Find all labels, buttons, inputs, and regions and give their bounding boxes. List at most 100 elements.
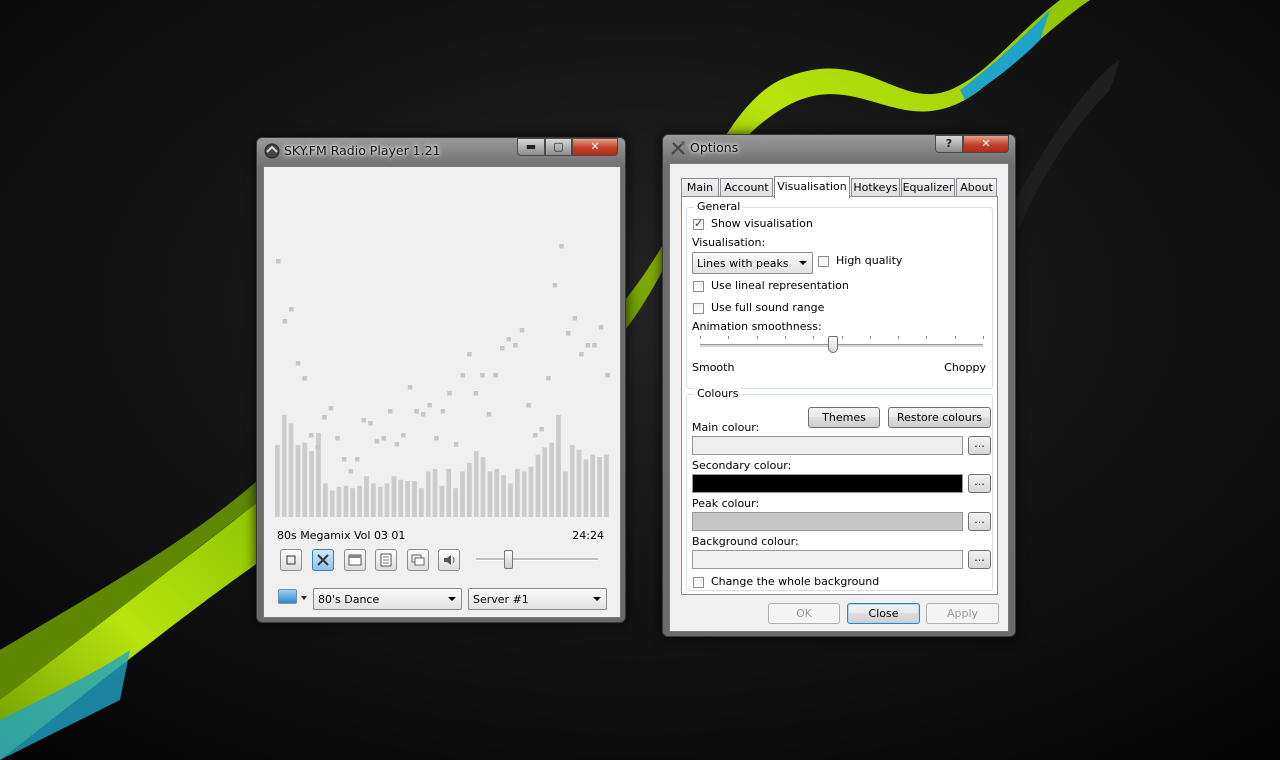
viz-bar — [377, 487, 383, 517]
viz-bar — [549, 442, 554, 517]
background-colour-label: Background colour: — [692, 535, 799, 548]
options-body: Main Account Visualisation Hotkeys Equal… — [669, 163, 1009, 632]
choppy-label: Choppy — [944, 361, 986, 374]
player-titlebar[interactable]: SKY.FM Radio Player 1.21 ▬ ▢ ✕ — [257, 138, 625, 164]
options-button[interactable] — [312, 549, 334, 571]
visualisation-type-value: Lines with peaks — [697, 257, 789, 270]
themes-button[interactable]: Themes — [808, 407, 880, 428]
viz-bar — [597, 457, 602, 517]
stream-quality-icon[interactable] — [278, 589, 297, 604]
smoothness-tick — [842, 336, 843, 339]
viz-peak — [355, 457, 360, 462]
ok-button[interactable]: OK — [768, 603, 840, 624]
chat-button[interactable] — [407, 549, 429, 571]
volume-track[interactable] — [476, 558, 598, 561]
options-titlebar[interactable]: Options ? ✕ — [663, 135, 1015, 161]
close-dialog-button[interactable]: Close — [847, 603, 920, 624]
viz-bar — [494, 469, 500, 517]
schedule-button[interactable] — [344, 549, 366, 571]
main-colour-label: Main colour: — [692, 421, 760, 434]
change-background-checkbox[interactable] — [693, 577, 704, 588]
visualisation-type-select[interactable]: Lines with peaks — [692, 252, 813, 274]
viz-peak — [539, 427, 544, 432]
smoothness-tick — [728, 336, 729, 339]
viz-bar — [398, 479, 404, 517]
use-lineal-label: Use lineal representation — [711, 279, 849, 292]
genre-select[interactable]: 80's Dance — [313, 588, 462, 610]
visualisation-panel: General Show visualisation Visualisation… — [681, 196, 998, 595]
viz-bar — [281, 415, 287, 517]
viz-peak — [480, 373, 485, 378]
viz-bar — [412, 481, 417, 517]
secondary-colour-browse-button[interactable]: ... — [968, 474, 991, 493]
chevron-down-icon — [593, 597, 601, 601]
use-full-range-checkbox[interactable] — [693, 303, 704, 314]
track-title: 80s Megamix Vol 03 01 — [277, 529, 406, 542]
use-lineal-checkbox[interactable] — [693, 281, 704, 292]
server-select[interactable]: Server #1 — [468, 588, 607, 610]
viz-peak — [460, 373, 465, 378]
viz-bar — [371, 483, 376, 517]
viz-bar — [446, 469, 452, 517]
viz-bar — [350, 488, 356, 517]
viz-bar — [329, 490, 335, 517]
viz-peak — [282, 319, 288, 324]
app-logo-icon — [264, 143, 280, 159]
viz-bar — [295, 445, 301, 517]
viz-bar — [432, 469, 438, 517]
volume-slider-thumb[interactable] — [504, 550, 513, 569]
minimize-button[interactable]: ▬ — [517, 138, 545, 156]
smoothness-slider-thumb[interactable] — [828, 336, 838, 353]
apply-button[interactable]: Apply — [926, 603, 999, 624]
tab-visualisation[interactable]: Visualisation — [774, 176, 850, 198]
peak-colour-swatch[interactable] — [692, 512, 963, 531]
main-colour-swatch[interactable] — [692, 436, 963, 455]
tab-about[interactable]: About — [956, 178, 997, 197]
show-visualisation-label: Show visualisation — [711, 217, 813, 230]
dialog-close-button[interactable]: ✕ — [963, 135, 1009, 153]
restore-colours-button[interactable]: Restore colours — [888, 407, 991, 428]
viz-bar — [563, 471, 568, 517]
viz-peak — [427, 403, 432, 408]
viz-peak — [434, 436, 439, 441]
peak-colour-browse-button[interactable]: ... — [968, 512, 991, 531]
show-visualisation-checkbox[interactable] — [693, 217, 704, 230]
viz-bar — [501, 475, 506, 517]
viz-peak — [453, 442, 459, 447]
tab-main[interactable]: Main — [681, 178, 719, 197]
high-quality-checkbox[interactable] — [818, 256, 829, 267]
maximize-icon: ▢ — [553, 140, 564, 153]
viz-peak — [295, 361, 301, 366]
viz-peak — [335, 436, 340, 441]
smoothness-tick — [898, 336, 899, 339]
viz-peak — [506, 337, 512, 342]
stop-button[interactable] — [280, 549, 302, 571]
background-colour-browse-button[interactable]: ... — [968, 550, 991, 569]
viz-bar — [480, 457, 486, 517]
smoothness-track[interactable] — [700, 344, 983, 348]
main-colour-browse-button[interactable]: ... — [968, 436, 991, 455]
tab-equalizer[interactable]: Equalizer — [901, 178, 955, 197]
viz-peak — [486, 412, 492, 417]
viz-peak — [440, 409, 446, 414]
viz-bar — [336, 487, 342, 517]
viz-peak — [532, 433, 538, 438]
tab-hotkeys[interactable]: Hotkeys — [851, 178, 900, 197]
stream-quality-dropdown-icon[interactable] — [301, 596, 307, 600]
viz-peak — [302, 376, 307, 381]
close-button[interactable]: ✕ — [572, 138, 618, 156]
background-colour-swatch[interactable] — [692, 550, 963, 569]
tab-account[interactable]: Account — [720, 178, 773, 197]
maximize-button[interactable]: ▢ — [545, 138, 572, 156]
viz-peak — [513, 343, 518, 348]
secondary-colour-swatch[interactable] — [692, 474, 963, 493]
viz-bar — [364, 476, 369, 517]
viz-peak — [598, 325, 604, 330]
viz-bar — [460, 471, 465, 517]
viz-bar — [590, 454, 596, 517]
mute-button[interactable] — [438, 549, 460, 571]
help-button[interactable]: ? — [935, 135, 963, 153]
viz-peak — [381, 436, 386, 441]
playlist-button[interactable] — [375, 549, 397, 571]
close-icon: ✕ — [590, 140, 600, 153]
